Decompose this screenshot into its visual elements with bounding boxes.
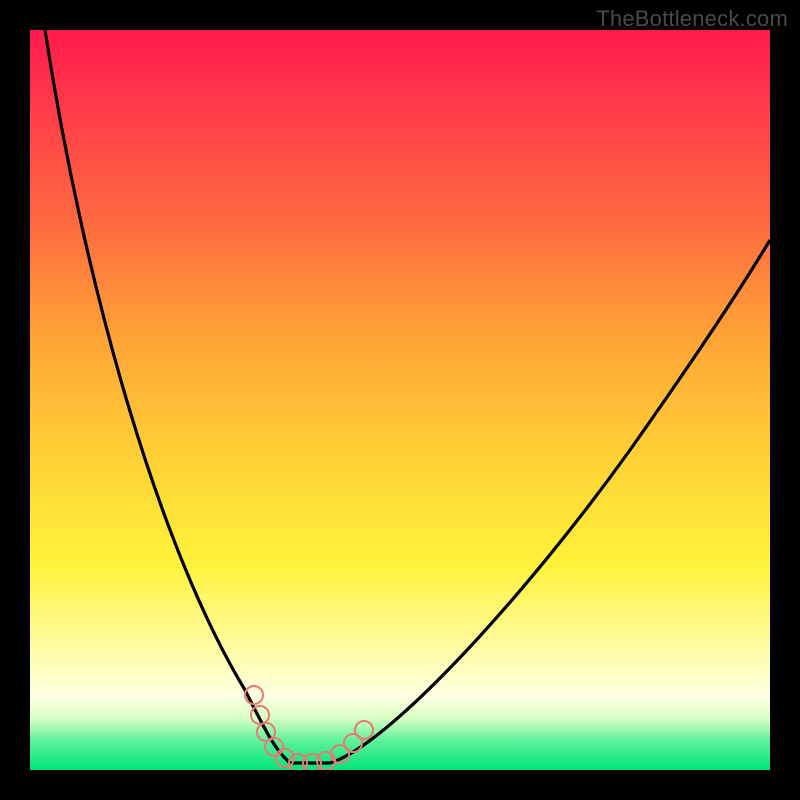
watermark-text: TheBottleneck.com: [596, 6, 788, 32]
valley-highlight: [253, 694, 365, 764]
curve-layer: [30, 30, 770, 770]
plot-area: [30, 30, 770, 770]
chart-frame: TheBottleneck.com: [0, 0, 800, 800]
bottleneck-curve: [45, 30, 770, 763]
